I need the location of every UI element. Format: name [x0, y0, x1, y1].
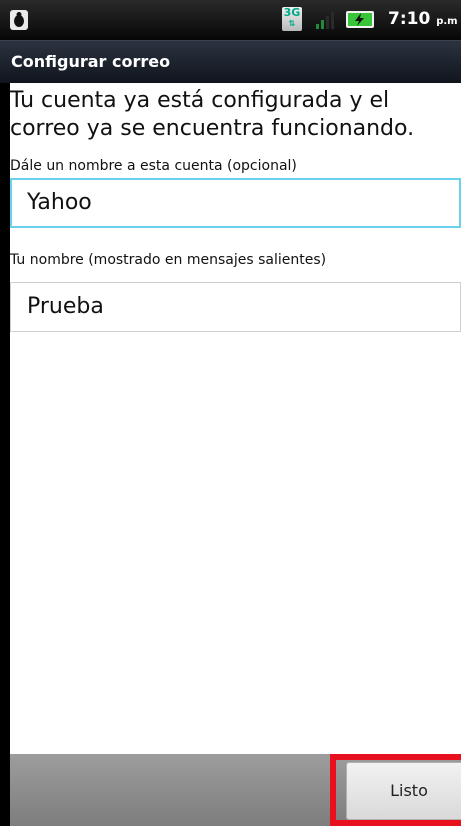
- title-bar: Configurar correo: [0, 40, 461, 84]
- your-name-input[interactable]: Prueba: [10, 282, 461, 332]
- clock-ampm: p.m: [436, 16, 458, 27]
- your-name-label: Tu nombre (mostrado en mensajes saliente…: [10, 252, 327, 268]
- 3g-icon: 3G ⇅: [282, 7, 302, 31]
- content-area: Tu cuenta ya está configurada y el corre…: [10, 83, 461, 754]
- bottom-button-bar: Listo: [10, 754, 461, 826]
- battery-charging-icon: [346, 11, 374, 28]
- phone-screen: 3G ⇅ 7:10 p.m Configurar correo Tu cuent…: [0, 0, 461, 826]
- clock: 7:10 p.m: [388, 7, 458, 34]
- page-title: Configurar correo: [11, 52, 171, 71]
- status-bar: 3G ⇅ 7:10 p.m: [0, 0, 461, 40]
- account-name-input[interactable]: Yahoo: [10, 178, 461, 228]
- account-name-label: Dále un nombre a esta cuenta (opcional): [10, 158, 297, 174]
- highlight-box: [330, 754, 461, 826]
- clock-time: 7:10: [388, 9, 431, 29]
- network-type-label: 3G: [283, 6, 301, 19]
- setup-complete-message: Tu cuenta ya está configurada y el corre…: [10, 88, 415, 141]
- bug-icon: [10, 10, 28, 30]
- signal-icon: [316, 12, 334, 29]
